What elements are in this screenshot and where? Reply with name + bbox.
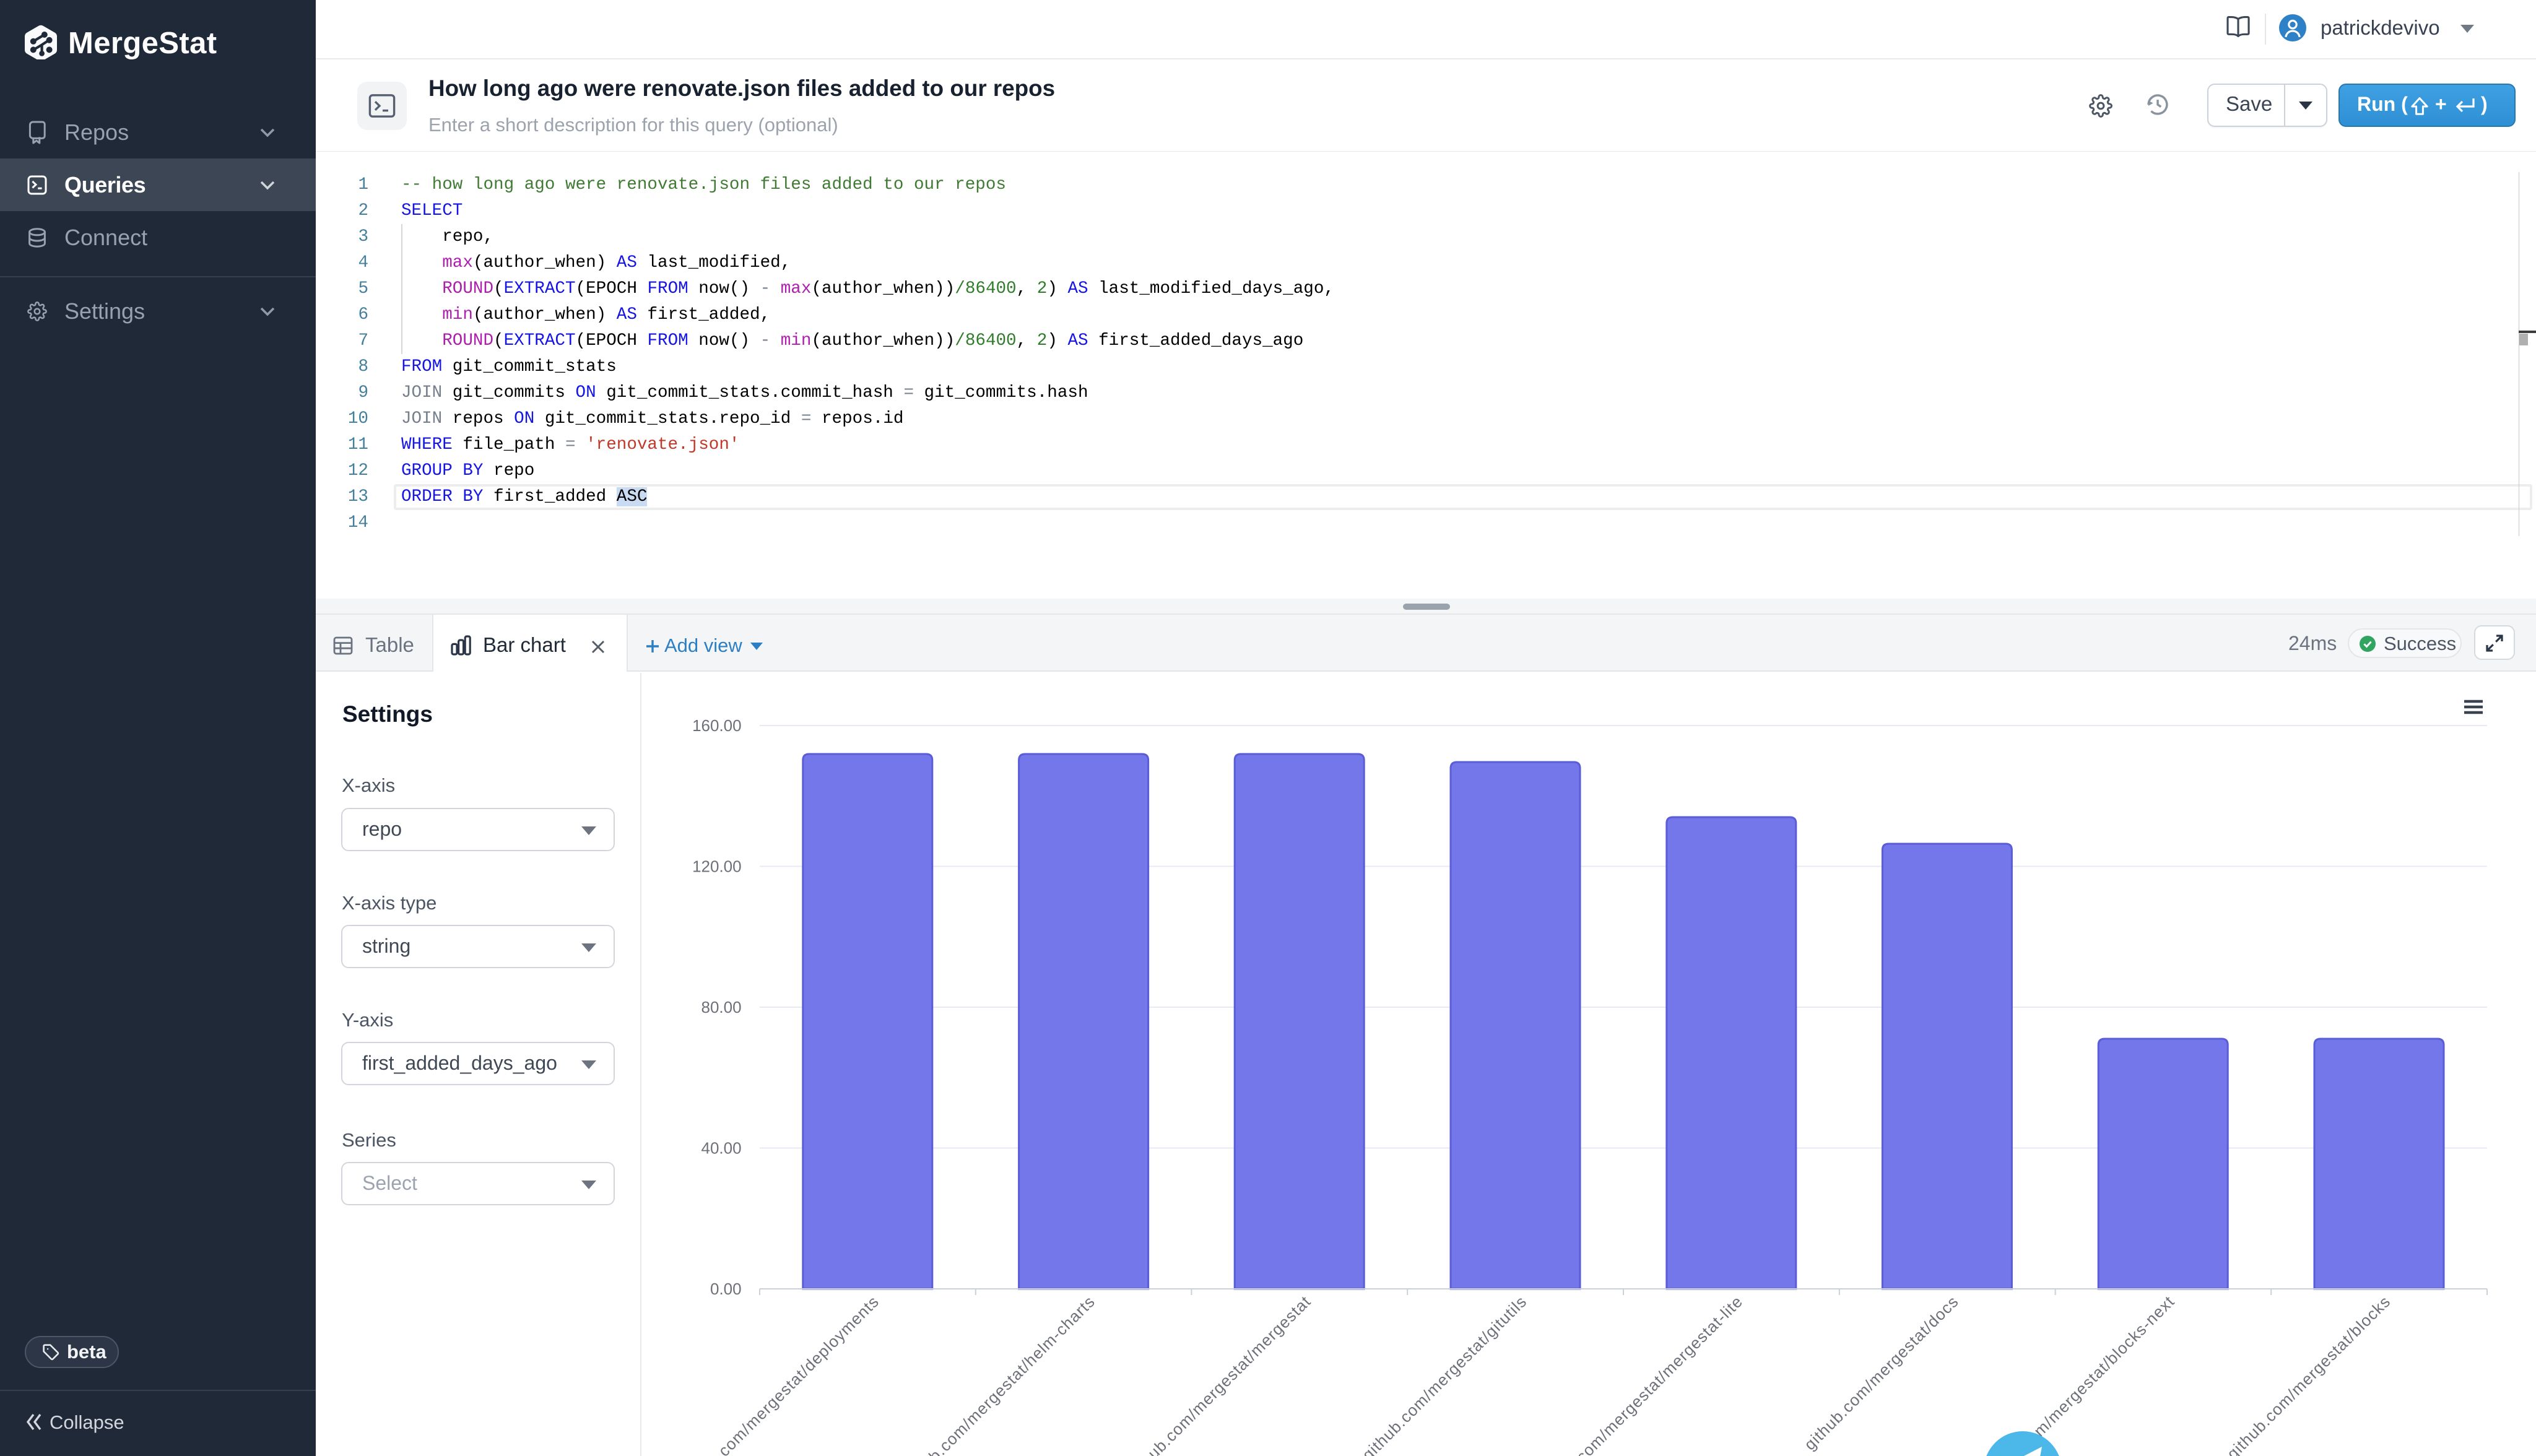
svg-text:github.com/mergestat/deploymen: github.com/mergestat/deployments xyxy=(677,1292,882,1456)
svg-text:160.00: 160.00 xyxy=(692,716,742,735)
svg-text:github.com/mergestat/mergestat: github.com/mergestat/mergestat-lite xyxy=(1535,1292,1747,1456)
svg-text:120.00: 120.00 xyxy=(692,857,742,876)
svg-text:github.com/mergestat/blocks: github.com/mergestat/blocks xyxy=(2223,1292,2394,1456)
svg-text:github.com/mergestat/gitutils: github.com/mergestat/gitutils xyxy=(1358,1292,1531,1456)
svg-text:40.00: 40.00 xyxy=(701,1139,742,1158)
svg-text:0.00: 0.00 xyxy=(710,1280,742,1298)
svg-text:80.00: 80.00 xyxy=(701,998,742,1016)
svg-text:github.com/mergestat/helm-char: github.com/mergestat/helm-charts xyxy=(898,1292,1098,1456)
svg-text:github.com/mergestat/blocks-ne: github.com/mergestat/blocks-next xyxy=(1979,1292,2178,1456)
svg-text:github.com/mergestat/docs: github.com/mergestat/docs xyxy=(1800,1292,1962,1454)
svg-text:github.com/mergestat/mergestat: github.com/mergestat/mergestat xyxy=(1124,1292,1314,1456)
